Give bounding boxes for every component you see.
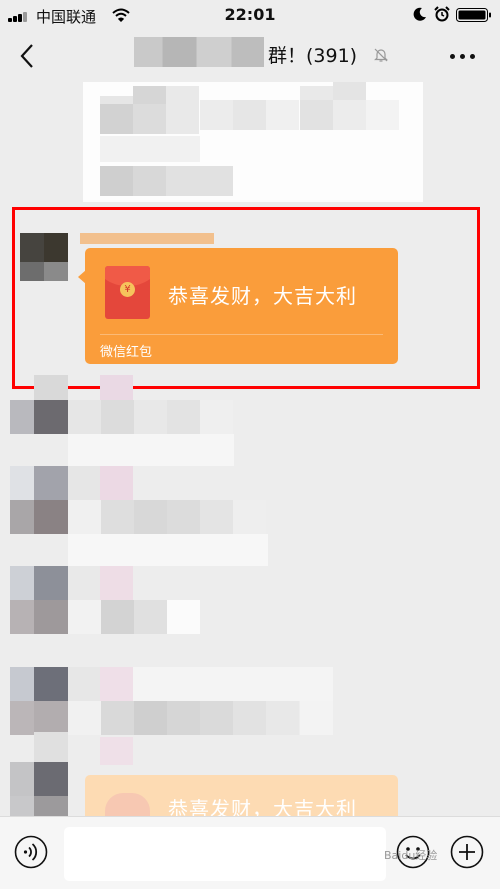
- voice-icon[interactable]: [14, 835, 48, 869]
- plus-icon[interactable]: [450, 835, 484, 869]
- group-name-redacted: [134, 37, 264, 67]
- input-bar: Baidu经验: [0, 816, 500, 889]
- chat-title: 群！(391): [268, 45, 358, 67]
- more-dots-icon[interactable]: [448, 42, 478, 70]
- highlight-frame: [12, 207, 480, 389]
- watermark: Baidu经验: [384, 849, 438, 862]
- message-list[interactable]: ¥ 恭喜发财，大吉大利 微信红包 恭喜发财，大吉大利: [0, 82, 500, 816]
- red-packet-bubble-2[interactable]: 恭喜发财，大吉大利: [85, 775, 398, 816]
- back-chevron-icon[interactable]: [14, 42, 42, 70]
- status-bar: 中国联通 22:01: [0, 0, 500, 30]
- battery-icon: [456, 8, 491, 22]
- red-envelope-icon: [105, 793, 150, 816]
- moon-icon: [413, 7, 426, 21]
- chat-header: 群！(391): [0, 30, 500, 82]
- mute-bell-icon: [374, 48, 388, 62]
- red-packet-message-2: 恭喜发财，大吉大利: [168, 797, 357, 816]
- message-input[interactable]: [64, 827, 386, 881]
- alarm-icon: [434, 6, 450, 22]
